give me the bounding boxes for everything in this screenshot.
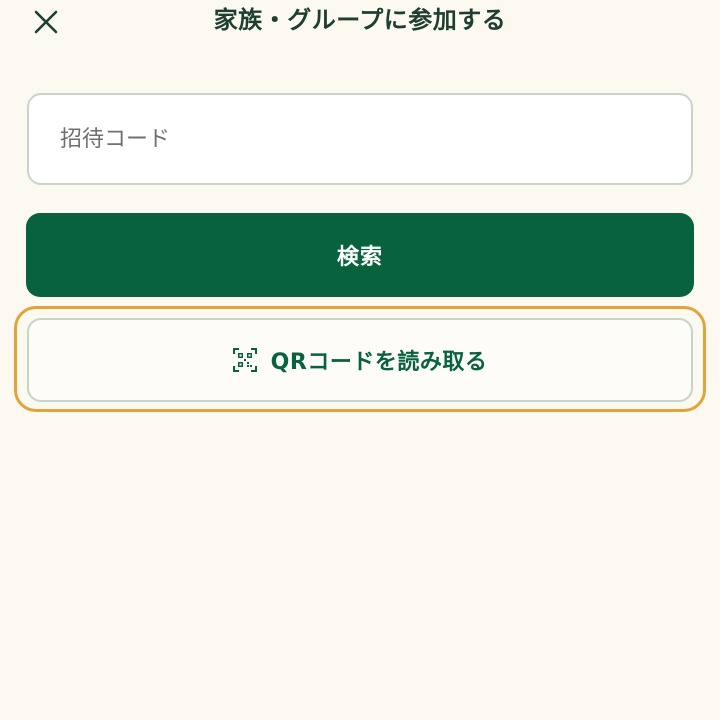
search-button[interactable]: 検索 xyxy=(26,213,694,297)
header: 家族・グループに参加する xyxy=(0,0,720,44)
scan-qr-button-label: QRコードを読み取る xyxy=(270,350,488,375)
invite-code-field[interactable] xyxy=(27,93,693,185)
scan-qr-button[interactable]: QRコードを読み取る xyxy=(27,318,693,402)
invite-code-input[interactable] xyxy=(29,95,691,183)
search-button-label: 検索 xyxy=(336,245,383,270)
page-title: 家族・グループに参加する xyxy=(213,6,507,34)
qr-code-icon xyxy=(232,348,257,372)
